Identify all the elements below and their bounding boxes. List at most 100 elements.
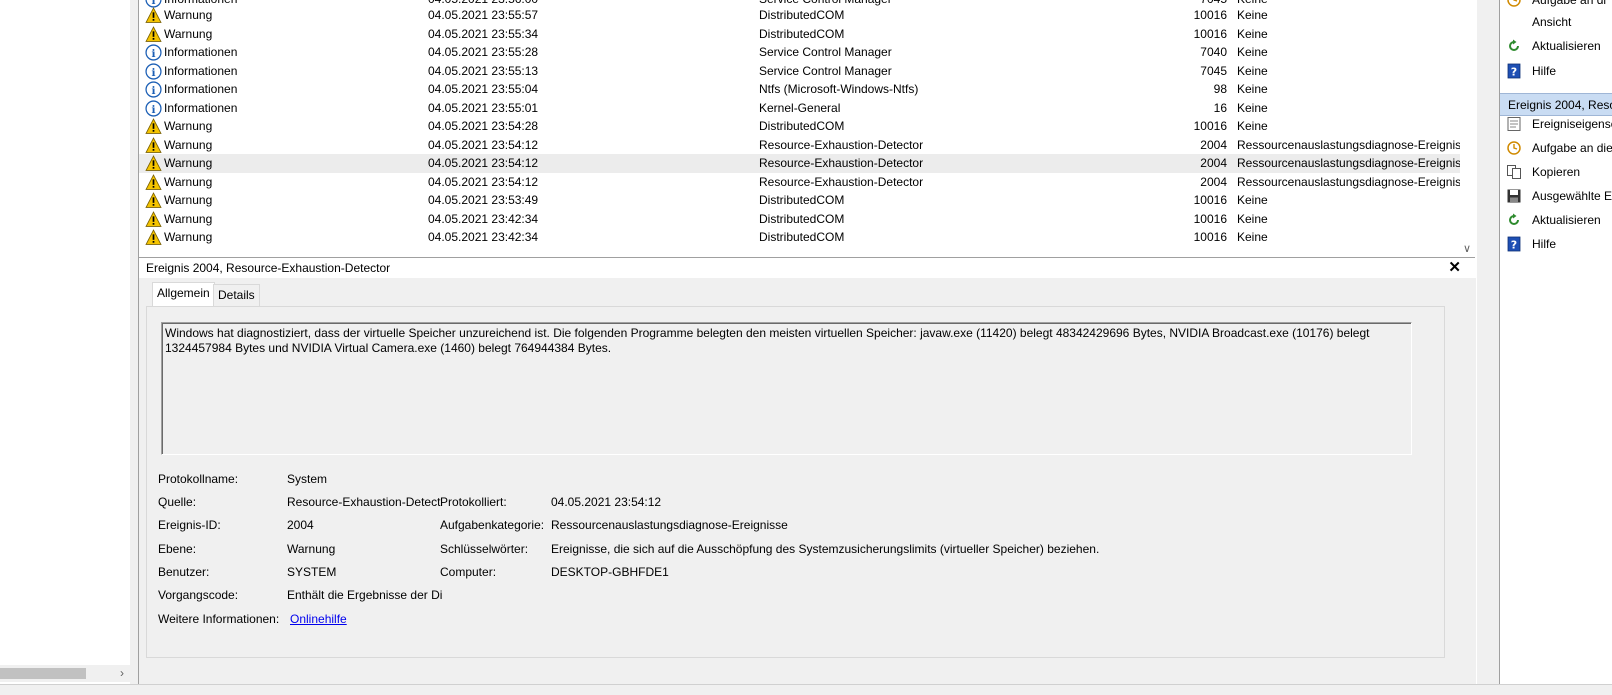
warning-icon <box>145 118 162 134</box>
label-level: Ebene: <box>158 542 197 556</box>
level-cell: Warnung <box>164 156 213 170</box>
task-category-cell: Keine <box>1237 26 1268 41</box>
warning-icon <box>145 210 162 227</box>
tab-panel-general: Windows hat diagnostiziert, dass der vir… <box>146 306 1445 658</box>
label-logged: Protokolliert: <box>440 495 507 509</box>
task-category-cell: Keine <box>1237 230 1268 244</box>
info-icon: i <box>145 81 162 98</box>
warning-icon <box>145 192 162 208</box>
date-cell: 04.05.2021 23:55:01 <box>428 100 539 115</box>
value-event-id[interactable]: 2004 <box>287 518 314 532</box>
task-icon <box>1507 0 1521 7</box>
svg-text:?: ? <box>1511 239 1517 252</box>
table-row[interactable]: Warnung 04.05.2021 23:53:49 DistributedCOM… <box>139 191 1475 210</box>
event-id-cell: 10016 <box>1193 26 1227 41</box>
date-cell: 04.05.2021 23:55:13 <box>428 63 539 78</box>
table-row[interactable]: Warnung 04.05.2021 23:54:12 Resource-Exhau… <box>139 154 1475 173</box>
value-source[interactable]: Resource-Exhaustion-Detect <box>287 495 440 509</box>
warning-icon <box>145 173 162 190</box>
level-cell: Informationen <box>164 63 238 78</box>
table-row[interactable]: Warnung 04.05.2021 23:42:34 DistributedCOM… <box>139 228 1475 247</box>
properties-icon <box>1507 117 1521 131</box>
action-label: Aufgabe an di <box>1532 0 1607 7</box>
source-cell: Kernel-General <box>759 100 841 115</box>
source-cell: DistributedCOM <box>759 26 845 41</box>
date-cell: 04.05.2021 23:54:12 <box>428 174 539 189</box>
table-row[interactable]: Warnung 04.05.2021 23:42:34 DistributedCOM… <box>139 210 1475 229</box>
info-icon: i <box>145 99 162 117</box>
value-opcode[interactable]: Enthält die Ergebnisse der Di <box>287 588 442 602</box>
date-cell: 04.05.2021 23:53:49 <box>428 193 539 207</box>
event-id-cell: 7040 <box>1200 45 1227 59</box>
event-detail-panel: Allgemein Details Windows hat diagnostiz… <box>139 278 1476 694</box>
table-row[interactable]: i Informationen 04.05.2021 23:55:13 Service… <box>139 62 1475 81</box>
info-icon: i <box>145 62 162 80</box>
label-computer: Computer: <box>440 565 497 579</box>
tab-details[interactable]: Details <box>213 284 260 307</box>
warning-icon <box>145 155 162 171</box>
task-category-cell: Ressourcenauslastungsdiagnose-Ereignisse <box>1237 156 1474 170</box>
actions-pane: Aufgabe an di Ansicht Aktualisieren? Hilfe… <box>1500 0 1612 694</box>
scroll-right-arrow-icon[interactable]: › <box>120 666 124 680</box>
value-task-category[interactable]: Ressourcenauslastungsdiagnose-Ereignisse <box>551 518 788 532</box>
source-cell: Resource-Exhaustion-Detector <box>759 137 924 152</box>
save-icon <box>1507 189 1521 203</box>
scroll-down-arrow-icon[interactable]: ∨ <box>1463 242 1471 255</box>
value-log-name[interactable]: System <box>287 472 327 486</box>
value-computer[interactable]: DESKTOP-GBHFDE1 <box>551 565 669 579</box>
close-icon[interactable]: ✕ <box>1448 258 1461 276</box>
level-cell: Warnung <box>164 193 213 207</box>
task-category-cell: Keine <box>1237 193 1268 207</box>
source-cell: Ntfs (Microsoft-Windows-Ntfs) <box>759 82 919 96</box>
source-cell: DistributedCOM <box>759 119 845 133</box>
task-icon <box>1507 141 1521 155</box>
warning-icon <box>145 229 162 245</box>
event-id-cell: 10016 <box>1193 8 1227 22</box>
pane-splitter[interactable] <box>130 0 139 694</box>
warning-icon <box>145 25 162 42</box>
table-row[interactable]: i Informationen 04.05.2021 23:55:28 Service… <box>139 43 1475 62</box>
action-label: Ereigniseigensc <box>1532 117 1612 131</box>
action-label: Aufgabe an die <box>1532 141 1612 155</box>
warning-icon <box>145 7 162 23</box>
table-row[interactable]: i Informationen 04.05.2021 23:55:01 Kernel-… <box>139 99 1475 118</box>
value-level[interactable]: Warnung <box>287 542 335 556</box>
pane-splitter[interactable] <box>1477 0 1500 694</box>
source-cell: Service Control Manager <box>759 45 892 59</box>
table-row[interactable]: i Informationen 04.05.2021 23:55:04 Ntfs (M… <box>139 80 1475 99</box>
task-category-cell: Keine <box>1237 8 1268 22</box>
status-bar <box>0 684 1612 695</box>
scrollbar-thumb[interactable] <box>0 668 86 679</box>
level-cell: Warnung <box>164 8 213 22</box>
tab-allgemein[interactable]: Allgemein <box>152 282 215 307</box>
action-label: Hilfe <box>1532 63 1557 78</box>
vertical-scrollbar[interactable]: ∨ <box>1460 0 1477 256</box>
table-row[interactable]: Warnung 04.05.2021 23:54:28 DistributedCOM… <box>139 117 1475 136</box>
value-logged[interactable]: 04.05.2021 23:54:12 <box>551 495 661 509</box>
date-cell: 04.05.2021 23:42:34 <box>428 211 539 226</box>
navigation-pane[interactable]: › <box>0 0 130 694</box>
level-cell: Warnung <box>164 230 213 244</box>
task-category-cell: Keine <box>1237 63 1268 78</box>
date-cell: 04.05.2021 23:55:28 <box>428 45 539 59</box>
help-icon: ? <box>1507 236 1521 252</box>
svg-text:?: ? <box>1511 65 1517 78</box>
event-description[interactable]: Windows hat diagnostiziert, dass der vir… <box>161 322 1412 455</box>
svg-text:i: i <box>151 47 155 60</box>
source-cell: DistributedCOM <box>759 8 845 22</box>
action-label: Aktualisieren <box>1532 39 1601 54</box>
table-row[interactable]: Warnung 04.05.2021 23:54:12 Resource-Exhau… <box>139 173 1475 192</box>
svg-text:i: i <box>151 84 155 97</box>
date-cell: 04.05.2021 23:54:12 <box>428 156 539 170</box>
value-keywords[interactable]: Ereignisse, die sich auf die Ausschöpfun… <box>551 542 1099 556</box>
online-help-link[interactable]: Onlinehilfe <box>290 612 347 626</box>
task-category-cell: Ressourcenauslastungsdiagnose-Ereignisse <box>1237 137 1474 152</box>
table-row[interactable]: Warnung 04.05.2021 23:55:34 DistributedCOM… <box>139 25 1475 44</box>
date-cell: 04.05.2021 23:55:57 <box>428 8 539 22</box>
event-list[interactable]: i Informationen 04.05.2021 23:56:00 Serv… <box>139 0 1475 256</box>
horizontal-scrollbar[interactable]: › <box>0 665 130 682</box>
table-row[interactable]: Warnung 04.05.2021 23:55:57 DistributedCOM… <box>139 6 1475 25</box>
table-row[interactable]: Warnung 04.05.2021 23:54:12 Resource-Exhau… <box>139 136 1475 155</box>
value-user[interactable]: SYSTEM <box>287 565 336 579</box>
source-cell: Resource-Exhaustion-Detector <box>759 156 924 170</box>
